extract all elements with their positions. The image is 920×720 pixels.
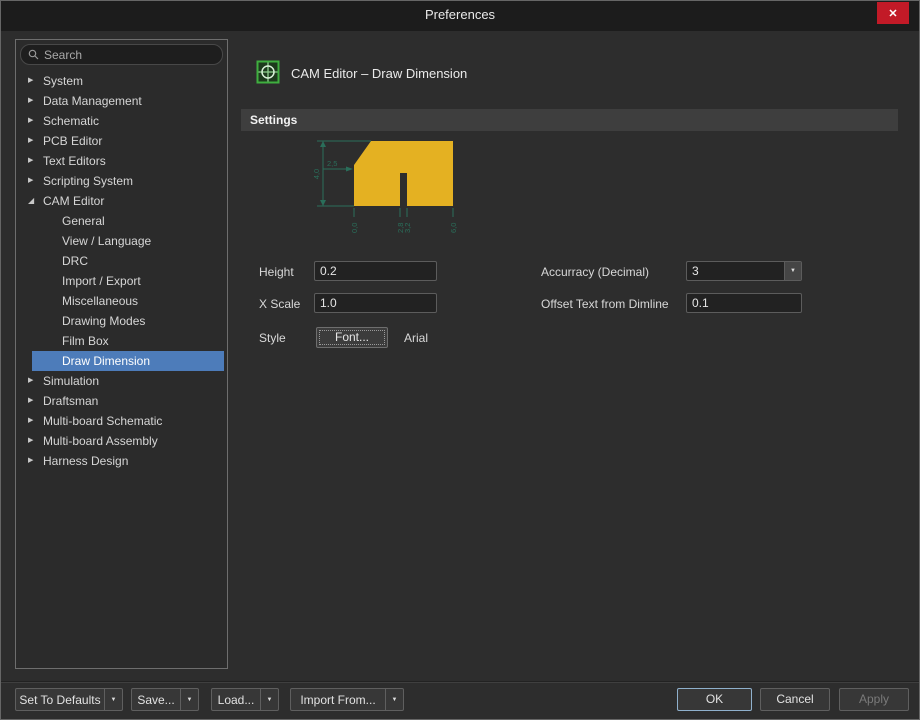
sidebar-item-label: View / Language (62, 234, 152, 248)
sidebar-item-import-export[interactable]: Import / Export (16, 271, 227, 291)
sidebar-item-text-editors[interactable]: ▶ Text Editors (16, 151, 227, 171)
sidebar-item-label: Film Box (62, 334, 109, 348)
page-title: CAM Editor – Draw Dimension (291, 66, 468, 81)
footer-bar: Set To Defaults ▼ Save... ▼ Load... ▼ Im… (1, 681, 919, 719)
offset-text-label: Offset Text from Dimline (541, 297, 669, 311)
sidebar-item-miscellaneous[interactable]: Miscellaneous (16, 291, 227, 311)
sidebar-item-harness-design[interactable]: ▶ Harness Design (16, 451, 227, 471)
sidebar-item-cam-editor[interactable]: ◢ CAM Editor (16, 191, 227, 211)
window-title: Preferences (424, 7, 496, 22)
preferences-dialog: Preferences ✕ ▶ System ▶ Data Management… (0, 0, 920, 720)
search-input[interactable] (44, 47, 215, 62)
chevron-down-icon[interactable]: ▼ (784, 262, 801, 280)
sidebar-item-label: Draftsman (43, 394, 99, 408)
dimension-preview: 4,0 2,5 0,0 2,8 3,2 6,0 (312, 140, 458, 233)
style-label: Style (259, 331, 286, 345)
offset-text-input[interactable] (686, 293, 802, 313)
set-to-defaults-label[interactable]: Set To Defaults (16, 689, 104, 710)
dim-label-chamfer: 2,5 (327, 159, 337, 168)
sidebar-item-label: Simulation (43, 374, 100, 388)
sidebar-item-label: PCB Editor (43, 134, 103, 148)
sidebar-item-label: Harness Design (43, 454, 129, 468)
xscale-input[interactable] (314, 293, 437, 313)
sidebar-item-label: Draw Dimension (62, 354, 151, 368)
dim-label-vertical: 4,0 (312, 169, 321, 179)
close-icon: ✕ (888, 7, 898, 20)
sidebar-item-system[interactable]: ▶ System (16, 71, 227, 91)
save-button[interactable]: Save... ▼ (131, 688, 199, 711)
sidebar-item-label: Multi-board Schematic (43, 414, 163, 428)
cancel-button[interactable]: Cancel (760, 688, 830, 711)
set-to-defaults-dropdown-icon[interactable]: ▼ (104, 689, 122, 710)
font-button[interactable]: Font... (316, 327, 388, 348)
load-button[interactable]: Load... ▼ (211, 688, 279, 711)
preview-shape (354, 141, 453, 206)
sidebar-item-drawing-modes[interactable]: Drawing Modes (16, 311, 227, 331)
import-from-dropdown-icon[interactable]: ▼ (385, 689, 403, 710)
sidebar-item-label: Drawing Modes (62, 314, 146, 328)
sidebar-item-view-language[interactable]: View / Language (16, 231, 227, 251)
sidebar-item-multi-board-schematic[interactable]: ▶ Multi-board Schematic (16, 411, 227, 431)
sidebar-item-label: CAM Editor (43, 194, 105, 208)
cam-editor-icon (256, 60, 280, 84)
sidebar-item-label: Import / Export (62, 274, 141, 288)
import-from-label[interactable]: Import From... (291, 689, 385, 710)
sidebar-item-general[interactable]: General (16, 211, 227, 231)
set-to-defaults-button[interactable]: Set To Defaults ▼ (15, 688, 123, 711)
sidebar-item-drc[interactable]: DRC (16, 251, 227, 271)
sidebar-item-pcb-editor[interactable]: ▶ PCB Editor (16, 131, 227, 151)
save-dropdown-icon[interactable]: ▼ (180, 689, 198, 710)
main-panel: CAM Editor – Draw Dimension Settings 4,0 (241, 39, 898, 669)
title-bar: Preferences ✕ (1, 1, 919, 31)
sidebar-item-label: Scripting System (43, 174, 134, 188)
sidebar-item-label: Multi-board Assembly (43, 434, 158, 448)
sidebar-item-data-management[interactable]: ▶ Data Management (16, 91, 227, 111)
x-axis-label-2: 3,2 (403, 223, 412, 233)
sidebar-item-multi-board-assembly[interactable]: ▶ Multi-board Assembly (16, 431, 227, 451)
accuracy-label: Accurracy (Decimal) (541, 265, 650, 279)
import-from-button[interactable]: Import From... ▼ (290, 688, 404, 711)
sidebar-item-label: Schematic (43, 114, 100, 128)
sidebar-item-draw-dimension[interactable]: Draw Dimension (16, 351, 227, 371)
save-label[interactable]: Save... (132, 689, 180, 710)
sidebar-item-draftsman[interactable]: ▶ Draftsman (16, 391, 227, 411)
height-label: Height (259, 265, 294, 279)
sidebar-item-label: General (62, 214, 105, 228)
font-name-label: Arial (404, 331, 429, 345)
x-axis-label-0: 0,0 (350, 223, 359, 233)
sidebar-item-label: DRC (62, 254, 88, 268)
settings-section-header: Settings (241, 109, 898, 131)
apply-button[interactable]: Apply (839, 688, 909, 711)
preferences-tree: ▶ System ▶ Data Management ▶ Schematic ▶… (16, 71, 227, 471)
ok-button[interactable]: OK (677, 688, 752, 711)
sidebar-item-label: Data Management (43, 94, 142, 108)
search-box[interactable] (20, 44, 223, 65)
accuracy-value: 3 (692, 264, 699, 278)
xscale-label: X Scale (259, 297, 301, 311)
sidebar-item-label: System (43, 74, 84, 88)
search-icon (28, 49, 39, 60)
sidebar-item-schematic[interactable]: ▶ Schematic (16, 111, 227, 131)
height-input[interactable] (314, 261, 437, 281)
dimension-arrowheads (320, 141, 353, 206)
accuracy-dropdown[interactable]: 3 ▼ (686, 261, 802, 281)
x-axis-label-3: 6,0 (449, 223, 458, 233)
sidebar-item-label: Miscellaneous (62, 294, 139, 308)
load-label[interactable]: Load... (212, 689, 260, 710)
sidebar-item-simulation[interactable]: ▶ Simulation (16, 371, 227, 391)
close-button[interactable]: ✕ (877, 2, 909, 24)
sidebar: ▶ System ▶ Data Management ▶ Schematic ▶… (15, 39, 228, 669)
load-dropdown-icon[interactable]: ▼ (260, 689, 278, 710)
sidebar-item-film-box[interactable]: Film Box (16, 331, 227, 351)
sidebar-item-scripting-system[interactable]: ▶ Scripting System (16, 171, 227, 191)
sidebar-item-label: Text Editors (43, 154, 106, 168)
